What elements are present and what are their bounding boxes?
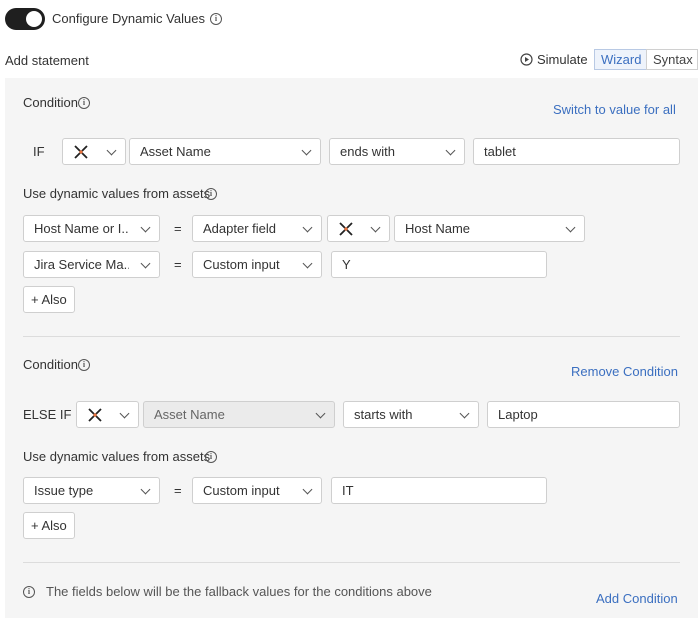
remove-condition-link[interactable]: Remove Condition [571,364,678,379]
equals-sign: = [174,257,182,272]
chevron-down-icon [445,145,456,156]
adapter-x-icon [339,222,353,236]
info-icon: i [205,451,217,463]
equals-sign: = [174,483,182,498]
chevron-down-icon [302,258,313,269]
target-field-select[interactable]: Host Name or I... [23,215,160,242]
field-type-select[interactable] [62,138,126,165]
if-keyword: IF [33,144,45,159]
info-icon: i [78,359,90,371]
divider [23,336,680,337]
chevron-down-icon [370,222,381,233]
condition-value-input[interactable]: tablet [473,138,680,165]
chevron-down-icon [301,145,312,156]
custom-input-field[interactable]: IT [331,477,547,504]
add-statement-label: Add statement [5,53,89,68]
operator-select[interactable]: starts with [343,401,479,428]
source-type-select[interactable]: Adapter field [192,215,322,242]
condition-field-select: Asset Name [143,401,335,428]
switch-to-value-for-all-link[interactable]: Switch to value for all [553,102,676,117]
condition-title: Condition [23,357,78,372]
chevron-down-icon [119,408,130,419]
chevron-down-icon [459,408,470,419]
chevron-down-icon [140,258,151,269]
add-condition-link[interactable]: Add Condition [596,591,678,606]
play-circle-icon[interactable] [520,53,533,66]
adapter-select[interactable] [327,215,390,242]
chevron-down-icon [302,484,313,495]
chevron-down-icon [106,145,117,156]
info-icon: i [210,13,222,25]
dynamic-values-toggle[interactable] [5,8,45,30]
field-type-select[interactable] [76,401,139,428]
toggle-knob [26,11,42,27]
else-if-keyword: ELSE IF [23,407,72,422]
source-type-select[interactable]: Custom input [192,477,322,504]
info-icon: i [78,97,90,109]
info-icon: i [23,586,35,598]
condition-value-input[interactable]: Laptop [487,401,680,428]
wizard-tab[interactable]: Wizard [594,49,647,70]
target-field-select[interactable]: Issue type [23,477,160,504]
divider [23,562,680,563]
toggle-label: Configure Dynamic Values [52,11,205,26]
dynamic-values-label: Use dynamic values from assets [23,186,211,201]
info-icon: i [205,188,217,200]
chevron-down-icon [315,408,326,419]
equals-sign: = [174,221,182,236]
adapter-field-select[interactable]: Host Name [394,215,585,242]
operator-select[interactable]: ends with [329,138,465,165]
condition-title: Condition [23,95,78,110]
chevron-down-icon [302,222,313,233]
chevron-down-icon [140,222,151,233]
fallback-note: The fields below will be the fallback va… [46,584,432,599]
source-type-select[interactable]: Custom input [192,251,322,278]
add-also-button[interactable]: + Also [23,286,75,313]
chevron-down-icon [140,484,151,495]
condition-field-select[interactable]: Asset Name [129,138,321,165]
dynamic-values-label: Use dynamic values from assets [23,449,211,464]
simulate-button[interactable]: Simulate [537,52,588,67]
syntax-tab[interactable]: Syntax [646,49,698,70]
adapter-x-icon [88,408,102,422]
chevron-down-icon [565,222,576,233]
add-also-button[interactable]: + Also [23,512,75,539]
custom-input-field[interactable]: Y [331,251,547,278]
target-field-select[interactable]: Jira Service Ma... [23,251,160,278]
adapter-x-icon [74,145,88,159]
